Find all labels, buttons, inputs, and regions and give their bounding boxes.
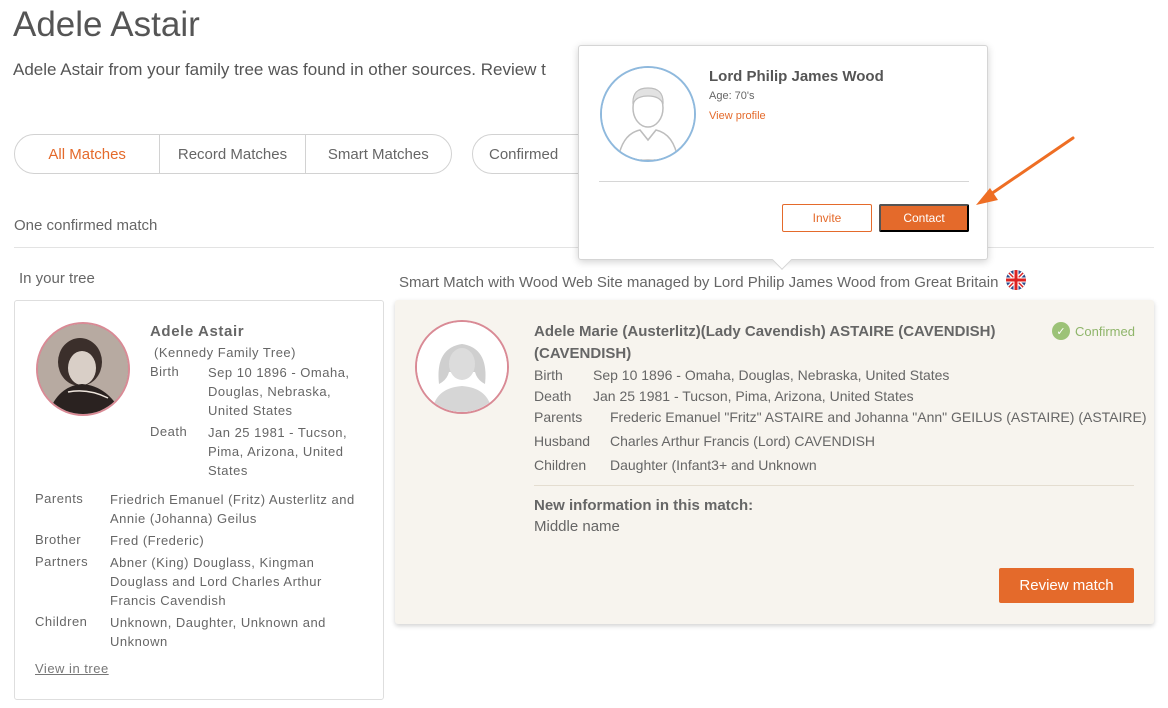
divider	[599, 181, 969, 182]
view-profile-link[interactable]: View profile	[709, 110, 766, 122]
birth-value: Sep 10 1896 - Omaha, Douglas, Nebraska, …	[208, 365, 350, 418]
death-value: Jan 25 1981 - Tucson, Pima, Arizona, Uni…	[208, 425, 348, 478]
tree-person-name: Adele Astair	[150, 323, 245, 340]
brother-value: Fred (Frederic)	[110, 533, 205, 548]
contact-button[interactable]: Contact	[879, 204, 969, 232]
view-in-tree-link[interactable]: View in tree	[35, 661, 109, 676]
partners-label: Partners	[35, 554, 89, 569]
right-column-title: Smart Match with Wood Web Site managed b…	[399, 270, 1027, 294]
tree-person-card: Adele Astair (Kennedy Family Tree) Birth…	[14, 300, 384, 700]
contact-name: Lord Philip James Wood	[709, 68, 884, 85]
contact-age: Age: 70's	[709, 90, 755, 102]
parents-value: Friedrich Emanuel (Fritz) Austerlitz and…	[110, 492, 355, 526]
tab-all-matches[interactable]: All Matches	[15, 135, 161, 173]
confirmed-status-badge: ✓ Confirmed	[1052, 322, 1135, 340]
divider	[534, 485, 1134, 486]
birth-label: Birth	[150, 364, 180, 379]
annotation-arrow-icon	[976, 136, 1075, 205]
death-label: Death	[150, 424, 188, 439]
new-info-title: New information in this match:	[534, 497, 754, 514]
parents-value: Frederic Emanuel "Fritz" ASTAIRE and Joh…	[610, 409, 1147, 425]
birth-label: Birth	[534, 367, 563, 383]
birth-value: Sep 10 1896 - Omaha, Douglas, Nebraska, …	[593, 367, 950, 383]
children-value: Unknown, Daughter, Unknown and Unknown	[110, 615, 326, 649]
contact-popup: Lord Philip James Wood Age: 70's View pr…	[578, 45, 988, 270]
male-avatar-icon	[600, 66, 696, 162]
husband-label: Husband	[534, 433, 591, 449]
left-column-title: In your tree	[19, 270, 95, 287]
death-value: Jan 25 1981 - Tucson, Pima, Arizona, Uni…	[593, 388, 914, 404]
husband-value: Charles Arthur Francis (Lord) CAVENDISH	[610, 433, 876, 449]
match-person-card: Adele Marie (Austerlitz)(Lady Cavendish)…	[395, 300, 1154, 624]
parents-label: Parents	[534, 409, 583, 425]
review-match-button[interactable]: Review match	[999, 568, 1134, 603]
match-person-name: Adele Marie (Austerlitz)(Lady Cavendish)…	[534, 323, 996, 362]
children-label: Children	[534, 457, 587, 473]
person-photo	[36, 322, 130, 416]
tab-smart-matches[interactable]: Smart Matches	[306, 135, 451, 173]
partners-value: Abner (King) Douglass, Kingman Douglass …	[110, 555, 322, 608]
tree-name: (Kennedy Family Tree)	[154, 345, 296, 360]
match-filter-tabs: All Matches Record Matches Smart Matches	[14, 134, 452, 174]
page-subtitle: Adele Astair from your family tree was f…	[13, 60, 546, 79]
female-avatar-icon	[415, 320, 509, 414]
match-source-text: Smart Match with Wood Web Site managed b…	[399, 273, 999, 291]
death-label: Death	[534, 388, 572, 404]
page-title: Adele Astair	[13, 5, 200, 44]
uk-flag-icon	[1006, 270, 1027, 294]
check-icon: ✓	[1052, 322, 1070, 340]
confirmed-count-text: One confirmed match	[14, 217, 158, 234]
brother-label: Brother	[35, 532, 82, 547]
tab-record-matches[interactable]: Record Matches	[160, 135, 306, 173]
parents-label: Parents	[35, 491, 84, 506]
new-info-value: Middle name	[534, 518, 620, 535]
invite-button[interactable]: Invite	[782, 204, 872, 232]
children-label: Children	[35, 614, 88, 629]
children-value: Daughter (Infant3+ and Unknown	[610, 457, 817, 473]
popup-pointer	[772, 250, 792, 270]
